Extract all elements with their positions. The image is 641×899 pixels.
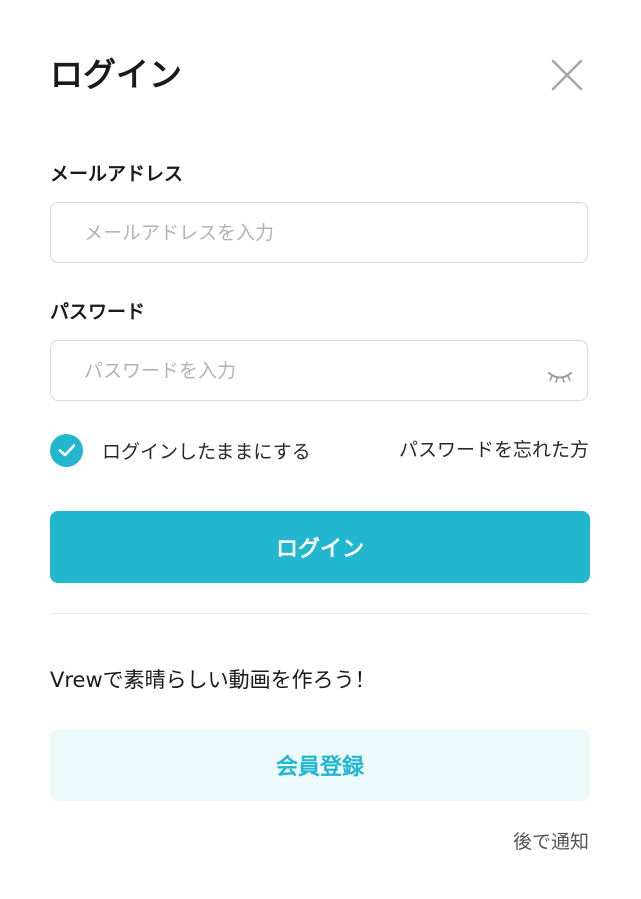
eye-closed-icon	[548, 372, 572, 383]
close-icon	[551, 59, 583, 91]
checkbox-checked[interactable]	[50, 433, 83, 467]
checkmark-icon	[58, 444, 75, 457]
login-button[interactable]: ログイン	[50, 511, 590, 583]
password-input[interactable]	[84, 341, 534, 400]
close-button[interactable]	[549, 57, 585, 93]
email-input[interactable]	[84, 203, 534, 262]
signup-button[interactable]: 会員登録	[50, 729, 590, 801]
password-visibility-toggle[interactable]	[547, 369, 573, 383]
remember-me-label: ログインしたままにする	[102, 440, 311, 463]
email-label: メールアドレス	[50, 163, 184, 185]
divider	[50, 613, 590, 614]
password-field-container	[50, 340, 588, 401]
login-dialog: ログイン メールアドレス パスワード ログインしたままにする	[0, 0, 641, 899]
forgot-password-link[interactable]: パスワードを忘れた方	[399, 437, 589, 463]
remember-me-checkbox[interactable]: ログインしたままにする	[50, 433, 311, 467]
dialog-title: ログイン	[50, 55, 182, 94]
remind-later-link[interactable]: 後で通知	[513, 829, 589, 855]
password-label: パスワード	[50, 301, 146, 323]
email-field-container	[50, 202, 588, 263]
signup-promo-text: Vrewで素晴らしい動画を作ろう！	[50, 668, 376, 692]
